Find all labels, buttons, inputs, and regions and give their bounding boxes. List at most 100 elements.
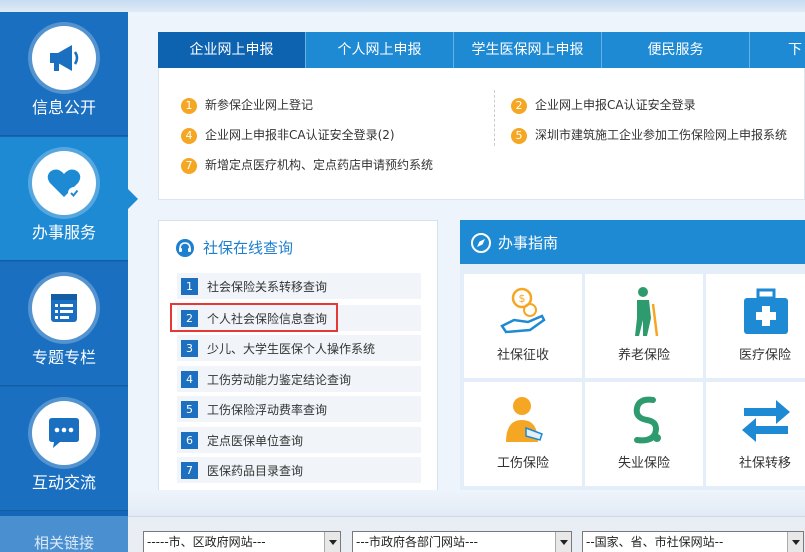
query-text: 个人社会保险信息查询 <box>207 312 328 326</box>
query-item[interactable]: 4 工伤劳动能力鉴定结论查询 <box>177 366 421 392</box>
query-item[interactable]: 7 医保药品目录查询 <box>177 457 421 483</box>
query-text: 社会保险关系转移查询 <box>207 280 328 294</box>
list-item-text: 企业网上申报CA认证安全登录 <box>535 98 696 112</box>
list-item[interactable]: 4 企业网上申报非CA认证安全登录(2) <box>181 126 395 144</box>
list-item-text: 深圳市建筑施工企业参加工伤保险网上申报系统 <box>535 128 788 142</box>
query-number: 3 <box>181 340 198 357</box>
social-security-sites-select[interactable]: --国家、省、市社保网站-- <box>582 531 804 552</box>
online-query-panel: 社保在线查询 1 社会保险关系转移查询 2 个人社会保险信息查询 3 少儿、大学生医保… <box>158 220 438 494</box>
interaction-circle <box>32 401 96 465</box>
guide-item-pension[interactable]: 养老保险 <box>585 274 703 378</box>
top-strip <box>0 0 805 12</box>
query-item[interactable]: 3 少儿、大学生医保个人操作系统 <box>177 335 421 361</box>
service-tabs: 企业网上申报 个人网上申报 学生医保网上申报 便民服务 下 <box>158 32 805 68</box>
number-badge: 2 <box>511 97 527 114</box>
list-item-text: 新参保企业网上登记 <box>205 98 314 112</box>
list-item[interactable]: 2 企业网上申报CA认证安全登录 <box>511 96 696 114</box>
transfer-arrows-icon <box>742 400 790 442</box>
query-number: 7 <box>181 462 198 479</box>
select-value: -----市、区政府网站--- <box>147 535 266 549</box>
sidebar-item-label: 信息公开 <box>31 98 96 117</box>
guide-item-label: 失业保险 <box>617 456 670 471</box>
query-text: 少儿、大学生医保个人操作系统 <box>207 342 376 356</box>
chat-bubble-icon <box>49 418 79 448</box>
topics-circle <box>32 276 96 340</box>
sidebar-item-label: 专题专栏 <box>31 348 96 367</box>
sidebar-item-special-topics[interactable]: 专题专栏 <box>0 262 128 386</box>
number-badge: 1 <box>181 97 197 114</box>
compass-icon <box>471 233 491 253</box>
list-item-text: 新增定点医疗机构、定点药店申请预约系统 <box>205 158 434 172</box>
megaphone-icon <box>50 45 79 71</box>
money-hand-icon: $ <box>500 287 546 334</box>
query-number: 2 <box>181 310 198 327</box>
list-item[interactable]: 5 深圳市建筑施工企业参加工伤保险网上申报系统 <box>511 126 787 144</box>
headset-icon <box>176 239 194 257</box>
chevron-down-icon <box>787 532 803 552</box>
query-item[interactable]: 1 社会保险关系转移查询 <box>177 273 421 299</box>
query-text: 定点医保单位查询 <box>207 434 304 448</box>
guide-header: 办事指南 <box>460 220 805 264</box>
query-item[interactable]: 5 工伤保险浮动费率查询 <box>177 396 421 422</box>
background-decoration <box>128 490 805 516</box>
query-item[interactable]: 6 定点医保单位查询 <box>177 427 421 453</box>
query-text: 工伤劳动能力鉴定结论查询 <box>207 373 352 387</box>
tab-student-medical[interactable]: 学生医保网上申报 <box>454 32 602 68</box>
guide-item-label: 社保征收 <box>496 348 549 363</box>
svg-text:$: $ <box>519 292 526 305</box>
list-item[interactable]: 7 新增定点医疗机构、定点药店申请预约系统 <box>181 156 433 174</box>
select-value: ---市政府各部门网站--- <box>356 535 478 549</box>
query-number: 5 <box>181 401 198 418</box>
chevron-down-icon <box>324 532 340 552</box>
tab-convenience[interactable]: 便民服务 <box>602 32 750 68</box>
tab-more[interactable]: 下 <box>750 32 805 68</box>
district-government-select[interactable]: -----市、区政府网站--- <box>143 531 341 552</box>
tab-personal-online[interactable]: 个人网上申报 <box>306 32 454 68</box>
sidebar-item-interaction[interactable]: 互动交流 <box>0 387 128 511</box>
guide-item-transfer[interactable]: 社保转移 <box>706 382 805 486</box>
query-number: 4 <box>181 371 198 388</box>
query-item[interactable]: 2 个人社会保险信息查询 <box>177 305 421 331</box>
query-number: 1 <box>181 278 198 295</box>
guide-item-label: 社保转移 <box>738 456 791 471</box>
related-links-label[interactable]: 相关链接 <box>0 516 128 552</box>
list-item-text: 企业网上申报非CA认证安全登录(2) <box>205 128 395 142</box>
guide-item-label: 医疗保险 <box>738 348 791 363</box>
number-badge: 5 <box>511 127 527 144</box>
divider <box>494 90 495 146</box>
query-text: 医保药品目录查询 <box>207 464 304 478</box>
guide-item-unemployment[interactable]: 失业保险 <box>585 382 703 486</box>
select-value: --国家、省、市社保网站-- <box>586 535 724 549</box>
heart-icon <box>47 169 81 199</box>
sidebar-item-label: 互动交流 <box>31 473 96 492</box>
query-title: 社保在线查询 <box>203 239 294 257</box>
guide-item-label: 工伤保险 <box>496 456 549 471</box>
query-text: 工伤保险浮动费率查询 <box>207 403 328 417</box>
guide-item-work-injury[interactable]: 工伤保险 <box>464 382 582 486</box>
info-circle <box>32 26 96 90</box>
service-guide-panel: 办事指南 $ 社保征收 养老保险 医疗保险 工伤保险 失业保险 社保转移 <box>460 220 805 498</box>
services-circle <box>32 151 96 215</box>
tab-panel: 1 新参保企业网上登记 2 企业网上申报CA认证安全登录 4 企业网上申报非CA认证安… <box>158 68 805 200</box>
sidebar-item-info-disclosure[interactable]: 信息公开 <box>0 12 128 136</box>
document-list-icon <box>51 294 77 322</box>
unemployment-figure-icon <box>633 396 661 444</box>
related-links-bar: -----市、区政府网站--- ---市政府各部门网站--- --国家、省、市社… <box>128 516 805 552</box>
list-item[interactable]: 1 新参保企业网上登记 <box>181 96 313 114</box>
guide-item-social-security-collection[interactable]: $ 社保征收 <box>464 274 582 378</box>
guide-item-label: 养老保险 <box>617 348 670 363</box>
number-badge: 4 <box>181 127 197 144</box>
medical-kit-icon <box>744 288 788 334</box>
sidebar-item-services[interactable]: 办事服务 <box>0 137 138 261</box>
sidebar: 信息公开 办事服务 专题专栏 互动交流 相关链接 <box>0 12 138 552</box>
chevron-down-icon <box>555 532 571 552</box>
injured-worker-icon <box>506 397 543 442</box>
guide-item-medical[interactable]: 医疗保险 <box>706 274 805 378</box>
municipal-department-select[interactable]: ---市政府各部门网站--- <box>352 531 572 552</box>
tab-enterprise-online[interactable]: 企业网上申报 <box>158 32 306 68</box>
elderly-icon <box>635 287 659 337</box>
sidebar-item-label: 办事服务 <box>31 223 96 242</box>
query-number: 6 <box>181 432 198 449</box>
number-badge: 7 <box>181 157 197 174</box>
guide-title: 办事指南 <box>498 234 559 252</box>
